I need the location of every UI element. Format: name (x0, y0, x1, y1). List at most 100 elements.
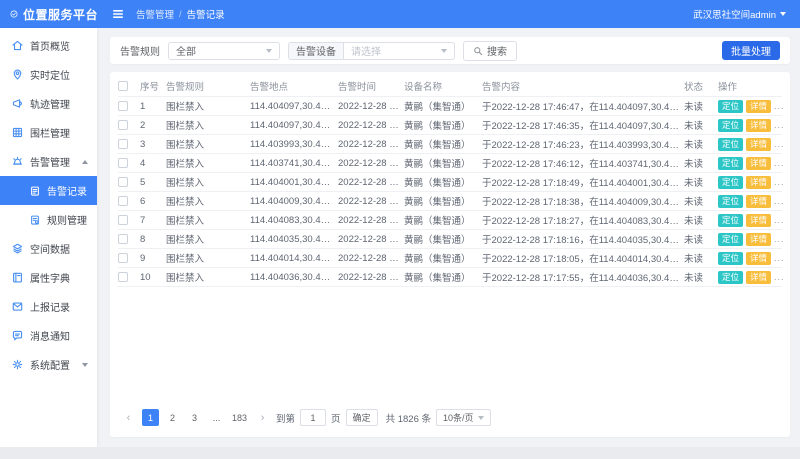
more-actions-button[interactable]: ... (774, 177, 785, 187)
detail-button[interactable]: 详情 (746, 233, 771, 246)
prev-page-button[interactable]: ‹ (120, 409, 137, 426)
chevron-down-icon (266, 49, 272, 53)
search-button[interactable]: 搜索 (463, 41, 517, 61)
row-index: 1 (140, 101, 166, 112)
row-checkbox[interactable] (118, 101, 128, 111)
table-row[interactable]: 4 围栏禁入 114.403741,30.457021 2022-12-28 1… (118, 154, 782, 173)
locate-button[interactable]: 定位 (718, 176, 743, 189)
locate-button[interactable]: 定位 (718, 271, 743, 284)
select-all-checkbox[interactable] (118, 81, 128, 91)
alarm-table-card: 序号 告警规则 告警地点 告警时间 设备名称 告警内容 状态 操作 1 围栏禁入… (110, 72, 790, 437)
detail-button[interactable]: 详情 (746, 271, 771, 284)
row-checkbox[interactable] (118, 139, 128, 149)
more-actions-button[interactable]: ... (774, 215, 785, 225)
col-header-status: 状态 (684, 79, 718, 93)
sidebar-item-attribute-dictionary[interactable]: 属性字典 (0, 263, 97, 292)
batch-process-button[interactable]: 批量处理 (722, 41, 780, 60)
gear-icon (11, 358, 24, 371)
row-index: 7 (140, 215, 166, 226)
detail-button[interactable]: 详情 (746, 157, 771, 170)
row-checkbox[interactable] (118, 196, 128, 206)
table-row[interactable]: 6 围栏禁入 114.404009,30.457343 2022-12-28 1… (118, 192, 782, 211)
sidebar-item-home-overview[interactable]: 首页概览 (0, 31, 97, 60)
more-actions-button[interactable]: ... (774, 272, 785, 282)
more-actions-button[interactable]: ... (774, 120, 785, 130)
detail-button[interactable]: 详情 (746, 195, 771, 208)
row-rule: 围栏禁入 (166, 232, 250, 246)
detail-button[interactable]: 详情 (746, 100, 771, 113)
jump-page-input[interactable] (300, 409, 326, 426)
row-checkbox[interactable] (118, 177, 128, 187)
locate-button[interactable]: 定位 (718, 157, 743, 170)
detail-button[interactable]: 详情 (746, 252, 771, 265)
table-row[interactable]: 8 围栏禁入 114.404035,30.457342 2022-12-28 1… (118, 230, 782, 249)
sidebar-item-system-settings[interactable]: 系统配置 (0, 350, 97, 379)
table-row[interactable]: 2 围栏禁入 114.404097,30.457436 2022-12-28 1… (118, 116, 782, 135)
sidebar-item-realtime-location[interactable]: 实时定位 (0, 60, 97, 89)
more-actions-button[interactable]: ... (774, 158, 785, 168)
rule-filter-select[interactable]: 全部 (168, 42, 280, 60)
row-checkbox[interactable] (118, 158, 128, 168)
row-checkbox[interactable] (118, 120, 128, 130)
more-actions-button[interactable]: ... (774, 253, 785, 263)
sidebar-item-rule-management[interactable]: 规则管理 (0, 205, 97, 234)
locate-button[interactable]: 定位 (718, 138, 743, 151)
sidebar-item-fence-management[interactable]: 围栏管理 (0, 118, 97, 147)
fence-grid-icon (11, 126, 24, 139)
page-button-1[interactable]: 1 (142, 409, 159, 426)
detail-button[interactable]: 详情 (746, 119, 771, 132)
table-row[interactable]: 9 围栏禁入 114.404014,30.45736 2022-12-28 17… (118, 249, 782, 268)
more-actions-button[interactable]: ... (774, 139, 785, 149)
more-actions-button[interactable]: ... (774, 101, 785, 111)
locate-button[interactable]: 定位 (718, 214, 743, 227)
table-row[interactable]: 1 围栏禁入 114.404097,30.457436 2022-12-28 1… (118, 97, 782, 116)
more-actions-button[interactable]: ... (774, 196, 785, 206)
user-menu[interactable]: 武汉思社空间admin (693, 7, 786, 21)
detail-button[interactable]: 详情 (746, 138, 771, 151)
chevron-up-icon (82, 160, 88, 164)
sidebar-item-message-notifications[interactable]: 消息通知 (0, 321, 97, 350)
row-index: 6 (140, 196, 166, 207)
page-button-last[interactable]: 183 (230, 409, 249, 426)
layers-icon (11, 242, 24, 255)
locate-button[interactable]: 定位 (718, 100, 743, 113)
table-row[interactable]: 7 围栏禁入 114.404083,30.4574 2022-12-28 17:… (118, 211, 782, 230)
page-button-3[interactable]: 3 (186, 409, 203, 426)
sidebar-item-label: 上报记录 (30, 299, 70, 314)
row-checkbox[interactable] (118, 215, 128, 225)
detail-button[interactable]: 详情 (746, 214, 771, 227)
detail-button[interactable]: 详情 (746, 176, 771, 189)
table-row[interactable]: 3 围栏禁入 114.403993,30.457345 2022-12-28 1… (118, 135, 782, 154)
jump-confirm-button[interactable]: 确定 (346, 409, 378, 426)
row-index: 2 (140, 120, 166, 131)
breadcrumb-page[interactable]: 告警记录 (187, 7, 225, 21)
row-checkbox[interactable] (118, 234, 128, 244)
locate-button[interactable]: 定位 (718, 233, 743, 246)
row-checkbox[interactable] (118, 272, 128, 282)
breadcrumb-section[interactable]: 告警管理 (136, 7, 174, 21)
page-size-select[interactable]: 10条/页 (436, 409, 491, 426)
table-row[interactable]: 10 围栏禁入 114.404036,30.457344 2022-12-28 … (118, 268, 782, 287)
sidebar-item-track-management[interactable]: 轨迹管理 (0, 89, 97, 118)
more-actions-button[interactable]: ... (774, 234, 785, 244)
app-window: 位置服务平台 告警管理 / 告警记录 武汉思社空间admin 首页概览 实时定位… (0, 0, 800, 447)
sidebar-item-report-records[interactable]: 上报记录 (0, 292, 97, 321)
row-checkbox[interactable] (118, 253, 128, 263)
menu-collapse-icon[interactable] (112, 8, 124, 20)
sidebar-item-alarm-management[interactable]: 告警管理 (0, 147, 97, 176)
table-header-row: 序号 告警规则 告警地点 告警时间 设备名称 告警内容 状态 操作 (118, 76, 782, 97)
locate-button[interactable]: 定位 (718, 195, 743, 208)
row-device: 黄鹂（集智通） (404, 156, 482, 170)
row-time: 2022-12-28 17:46:12 (338, 158, 404, 169)
locate-button[interactable]: 定位 (718, 119, 743, 132)
table-row[interactable]: 5 围栏禁入 114.404001,30.457356 2022-12-28 1… (118, 173, 782, 192)
sidebar-item-spatial-data[interactable]: 空间数据 (0, 234, 97, 263)
device-filter-select[interactable]: 请选择 (343, 42, 455, 60)
locate-button[interactable]: 定位 (718, 252, 743, 265)
row-location: 114.404014,30.45736 (250, 253, 338, 264)
sidebar-item-alarm-records[interactable]: 告警记录 (0, 176, 97, 205)
page-button-2[interactable]: 2 (164, 409, 181, 426)
row-time: 2022-12-28 17:46:47 (338, 101, 404, 112)
next-page-button[interactable]: › (254, 409, 271, 426)
row-content: 于2022-12-28 17:18:16，在114.404035,30.4573… (482, 232, 684, 246)
